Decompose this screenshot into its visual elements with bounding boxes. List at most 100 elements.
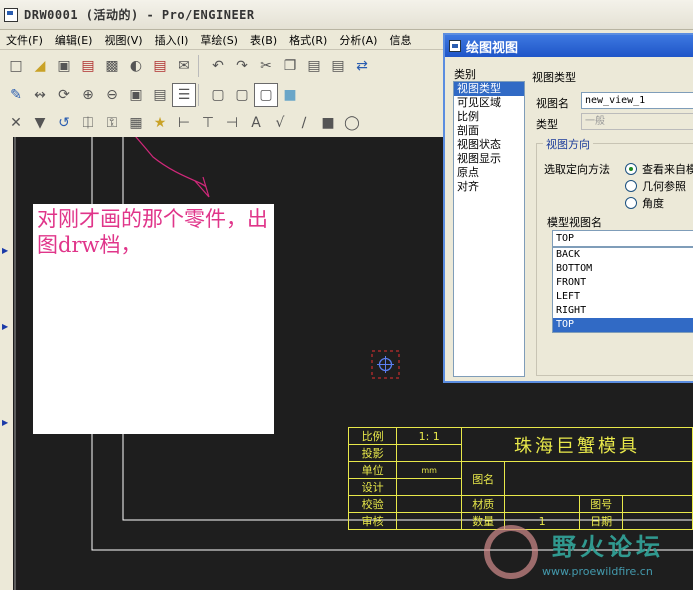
- surface-finish-icon[interactable]: √: [268, 111, 292, 135]
- model-view-item-front[interactable]: FRONT: [553, 276, 693, 290]
- radio-checked-icon[interactable]: [625, 163, 637, 175]
- orientation-group-title: 视图方向: [543, 136, 593, 152]
- repaint-icon[interactable]: ⟳: [52, 83, 76, 107]
- model-view-item-left[interactable]: LEFT: [553, 290, 693, 304]
- category-item-view-state[interactable]: 视图状态: [454, 138, 524, 152]
- tb-projection-value: [396, 444, 463, 462]
- model-view-name-input[interactable]: TOP: [552, 230, 693, 247]
- menu-view[interactable]: 视图(V): [98, 32, 148, 48]
- copy-icon[interactable]: ❐: [278, 54, 302, 78]
- shading-icon[interactable]: ■: [278, 83, 302, 107]
- reference-dim-icon[interactable]: ⊣: [220, 111, 244, 135]
- type-label: 类型: [536, 118, 558, 131]
- balloon-icon[interactable]: ◯: [340, 111, 364, 135]
- category-item-view-type[interactable]: 视图类型: [454, 82, 524, 96]
- geometric-tolerance-icon[interactable]: ∕: [292, 111, 316, 135]
- delete-icon[interactable]: ✕: [4, 111, 28, 135]
- menu-format[interactable]: 格式(R): [283, 32, 333, 48]
- note-icon[interactable]: A: [244, 111, 268, 135]
- radio-angle[interactable]: 角度: [625, 195, 664, 211]
- tb-projection-label: 投影: [347, 444, 398, 462]
- export-icon[interactable]: ▤: [148, 54, 172, 78]
- undo-icon[interactable]: ↶: [206, 54, 230, 78]
- zoom-out-icon[interactable]: ⊖: [100, 83, 124, 107]
- ordinate-dim-icon[interactable]: ⊤: [196, 111, 220, 135]
- sketch-tool-icon[interactable]: ✎: [4, 83, 28, 107]
- radio-unchecked-icon[interactable]: [625, 197, 637, 209]
- dialog-title-bar[interactable]: 绘图视图: [445, 35, 693, 57]
- view-name-input[interactable]: new_view_1: [581, 92, 693, 109]
- hidden-line-icon[interactable]: ▢: [230, 83, 254, 107]
- menu-sketch[interactable]: 草绘(S): [194, 32, 244, 48]
- datum-icon[interactable]: ■: [316, 111, 340, 135]
- category-item-scale[interactable]: 比例: [454, 110, 524, 124]
- save-copy-icon[interactable]: ▤: [76, 54, 100, 78]
- cut-icon[interactable]: ✂: [254, 54, 278, 78]
- menu-analysis[interactable]: 分析(A): [333, 32, 383, 48]
- collapse-arrow-icon[interactable]: ▶: [2, 247, 10, 255]
- tb-unit-label: 单位: [347, 461, 398, 479]
- model-view-item-top[interactable]: TOP: [553, 318, 693, 332]
- category-item-origin[interactable]: 原点: [454, 166, 524, 180]
- model-view-item-bottom[interactable]: BOTTOM: [553, 262, 693, 276]
- category-item-visible-area[interactable]: 可见区域: [454, 96, 524, 110]
- radio-geometry-reference[interactable]: 几何参照: [625, 178, 686, 194]
- toolbar-row-drawing: ✕ ▼ ↺ ⎅ ⚿ ▦ ★ ⊢ ⊤ ⊣ A √ ∕ ■ ◯: [4, 109, 364, 137]
- note-box[interactable]: 对刚才画的那个零件，出图drw档，: [33, 204, 274, 434]
- spin-center-icon[interactable]: ↭: [28, 83, 52, 107]
- category-item-section[interactable]: 剖面: [454, 124, 524, 138]
- view-origin-marker: [371, 350, 400, 379]
- menu-table[interactable]: 表(B): [244, 32, 283, 48]
- wireframe-icon[interactable]: ▢: [206, 83, 230, 107]
- collapse-arrow-icon[interactable]: ▶: [2, 419, 10, 427]
- no-hidden-icon[interactable]: ▢: [254, 83, 278, 107]
- save-icon[interactable]: ▣: [52, 54, 76, 78]
- toolbar-row-view: ✎ ↭ ⟳ ⊕ ⊖ ▣ ▤ ☰ ▢ ▢ ▢ ■: [4, 81, 302, 109]
- paste-icon[interactable]: ▤: [302, 54, 326, 78]
- paste-special-icon[interactable]: ▤: [326, 54, 350, 78]
- category-item-view-display[interactable]: 视图显示: [454, 152, 524, 166]
- layers-icon[interactable]: ☰: [172, 83, 196, 107]
- dimension-icon[interactable]: ⊢: [172, 111, 196, 135]
- category-item-alignment[interactable]: 对齐: [454, 180, 524, 194]
- lock-view-icon[interactable]: ⚿: [100, 111, 124, 135]
- radio-view-from-model[interactable]: 查看来自模: [625, 161, 693, 177]
- open-folder-icon[interactable]: ◢: [28, 54, 52, 78]
- toolbar-area: □ ◢ ▣ ▤ ▩ ◐ ▤ ✉ ↶ ↷ ✂ ❐ ▤ ▤ ⇄ ✎ ↭ ⟳ ⊕ ⊖ …: [0, 50, 450, 137]
- select-filter-icon[interactable]: ▼: [28, 111, 52, 135]
- tb-review-label: 审核: [347, 512, 398, 530]
- annotation-arrow: [135, 137, 207, 188]
- type-select[interactable]: 一般: [581, 113, 693, 130]
- regenerate-icon[interactable]: ⇄: [350, 54, 374, 78]
- menu-file[interactable]: 文件(F): [0, 32, 49, 48]
- title-block: 比例 1: 1 珠海巨蟹模具 投影 单位 mm 图名 设计 校验 材质 图号 审…: [347, 427, 693, 530]
- highlight-icon[interactable]: ★: [148, 111, 172, 135]
- new-file-icon[interactable]: □: [4, 54, 28, 78]
- forum-watermark: 野火论坛 www.proewildfire.cn: [480, 525, 690, 585]
- note-text: 对刚才画的那个零件，出图drw档，: [37, 207, 268, 257]
- send-icon[interactable]: ◐: [124, 54, 148, 78]
- radio-unchecked-icon[interactable]: [625, 180, 637, 192]
- tb-material-label: 材质: [461, 495, 506, 513]
- tb-check-label: 校验: [347, 495, 398, 513]
- window-title: DRW0001 (活动的) - Pro/ENGINEER: [24, 8, 255, 22]
- zoom-fit-icon[interactable]: ▣: [124, 83, 148, 107]
- menu-info[interactable]: 信息: [383, 32, 417, 48]
- print-icon[interactable]: ▩: [100, 54, 124, 78]
- redo-icon[interactable]: ↷: [230, 54, 254, 78]
- table-icon[interactable]: ▦: [124, 111, 148, 135]
- email-icon[interactable]: ✉: [172, 54, 196, 78]
- dialog-title: 绘图视图: [466, 40, 519, 56]
- category-label: 类别: [454, 68, 476, 81]
- model-view-item-right[interactable]: RIGHT: [553, 304, 693, 318]
- collapse-arrow-icon[interactable]: ▶: [2, 323, 10, 331]
- zoom-in-icon[interactable]: ⊕: [76, 83, 100, 107]
- view-manager-icon[interactable]: ▤: [148, 83, 172, 107]
- tb-material-value: [504, 495, 581, 513]
- toolbar-row-file: □ ◢ ▣ ▤ ▩ ◐ ▤ ✉ ↶ ↷ ✂ ❐ ▤ ▤ ⇄: [4, 52, 374, 80]
- menu-insert[interactable]: 插入(I): [149, 32, 195, 48]
- menu-edit[interactable]: 编辑(E): [49, 32, 99, 48]
- move-view-icon[interactable]: ⎅: [76, 111, 100, 135]
- refresh-sheet-icon[interactable]: ↺: [52, 111, 76, 135]
- model-view-item-back[interactable]: BACK: [553, 248, 693, 262]
